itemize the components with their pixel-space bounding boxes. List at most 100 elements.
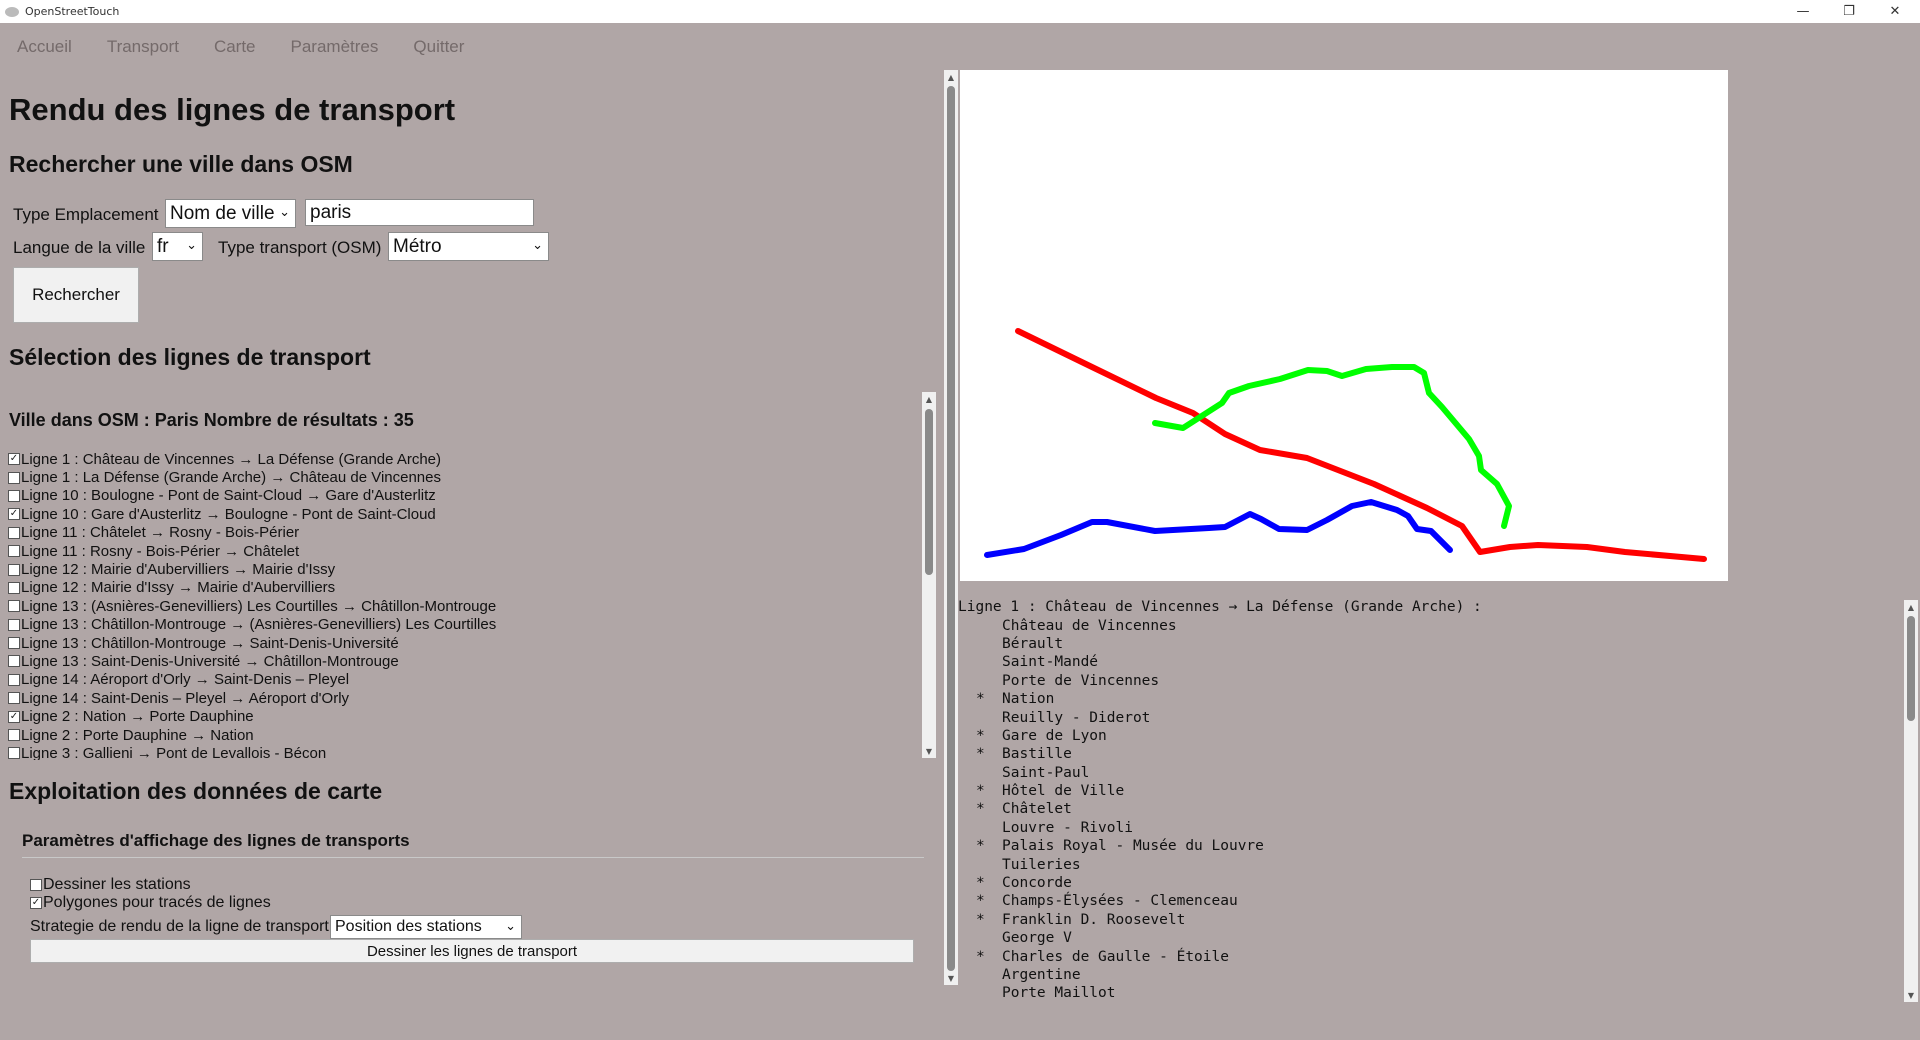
line-item[interactable]: Ligne 13 : Châtillon-Montrouge → Saint-D… [8, 634, 918, 652]
polygons-option[interactable]: Polygones pour tracés de lignes [30, 894, 271, 912]
transport-type-select[interactable]: Métro ⌄ [388, 232, 549, 261]
line-checkbox[interactable] [8, 508, 20, 521]
line-checkbox[interactable] [8, 545, 20, 558]
line-checkbox[interactable] [8, 453, 20, 466]
line-checkbox[interactable] [8, 563, 20, 576]
line-checkbox[interactable] [8, 710, 20, 723]
line-item[interactable]: Ligne 10 : Boulogne - Pont de Saint-Clou… [8, 487, 918, 505]
maximize-button[interactable]: ❐ [1826, 0, 1872, 23]
line-item[interactable]: Ligne 1 : Château de Vincennes → La Défe… [8, 450, 918, 468]
menu-item-carte[interactable]: Carte [214, 37, 256, 57]
station-marker: * [976, 746, 985, 763]
line-item[interactable]: Ligne 2 : Porte Dauphine → Nation [8, 726, 918, 744]
polygons-checkbox[interactable] [30, 897, 42, 909]
stations-header: Ligne 1 : Château de Vincennes → La Défe… [958, 599, 1482, 616]
line-checkbox[interactable] [8, 692, 20, 705]
map-scrollbar[interactable]: ▲ ▼ [944, 70, 958, 985]
line-checkbox[interactable] [8, 618, 20, 631]
location-type-select[interactable]: Nom de ville ⌄ [165, 199, 296, 228]
stations-text-panel[interactable]: Ligne 1 : Château de Vincennes → La Défe… [958, 598, 1902, 1004]
line-label: Ligne 13 : (Asnières-Genevilliers) Les C… [21, 597, 497, 615]
draw-stations-option[interactable]: Dessiner les stations [30, 876, 191, 894]
line-item[interactable]: Ligne 12 : Mairie d'Issy → Mairie d'Aube… [8, 579, 918, 597]
scroll-down-icon[interactable]: ▼ [1904, 988, 1918, 1002]
line-label: Ligne 10 : Boulogne - Pont de Saint-Clou… [21, 487, 436, 505]
line-checkbox[interactable] [8, 600, 20, 613]
menu-bar: Accueil Transport Carte Paramètres Quitt… [0, 28, 482, 66]
menu-item-transport[interactable]: Transport [107, 37, 179, 57]
station-marker [976, 820, 1002, 836]
menu-item-accueil[interactable]: Accueil [17, 37, 72, 57]
line-label: Ligne 1 : La Défense (Grande Arche) → Ch… [21, 469, 441, 487]
line-checkbox[interactable] [8, 637, 20, 650]
station-row: * Hôtel de Ville [958, 782, 1902, 800]
station-row: Tuileries [958, 855, 1902, 873]
scrollbar-thumb[interactable] [925, 409, 933, 575]
station-name: Saint-Mandé [1002, 654, 1099, 671]
station-name: Hôtel de Ville [1002, 783, 1125, 800]
city-input[interactable]: paris [305, 199, 534, 226]
line-item[interactable]: Ligne 13 : Châtillon-Montrouge → (Asnièr… [8, 616, 918, 634]
minimize-button[interactable]: — [1780, 0, 1826, 23]
transport-lines-list: Ligne 1 : Château de Vincennes → La Défe… [8, 450, 918, 760]
station-name: Saint-Paul [1002, 764, 1090, 781]
line-item[interactable]: Ligne 11 : Rosny - Bois-Périer → Châtele… [8, 542, 918, 560]
line-item[interactable]: Ligne 1 : La Défense (Grande Arche) → Ch… [8, 468, 918, 486]
station-name: Palais Royal - Musée du Louvre [1002, 838, 1264, 855]
transport-type-value: Métro [393, 235, 442, 257]
menu-item-parametres[interactable]: Paramètres [291, 37, 379, 57]
close-button[interactable]: ✕ [1872, 0, 1918, 23]
strategy-select[interactable]: Position des stations ⌄ [330, 915, 522, 939]
scroll-up-icon[interactable]: ▲ [1904, 600, 1918, 614]
station-row: * Nation [958, 690, 1902, 708]
scroll-down-icon[interactable]: ▼ [922, 744, 936, 758]
transport-type-label: Type transport (OSM) [218, 238, 382, 257]
line-item[interactable]: Ligne 13 : Saint-Denis-Université → Chât… [8, 652, 918, 670]
line-checkbox[interactable] [8, 729, 20, 742]
selection-heading: Sélection des lignes de transport [9, 344, 371, 370]
station-row: Reuilly - Diderot [958, 708, 1902, 726]
lines-list-scrollbar[interactable]: ▲ ▼ [922, 392, 936, 758]
line-item[interactable]: Ligne 14 : Saint-Denis – Pleyel → Aéropo… [8, 689, 918, 707]
station-row: Porte Maillot [958, 984, 1902, 1002]
language-select[interactable]: fr ⌄ [152, 232, 203, 261]
line-checkbox[interactable] [8, 471, 20, 484]
line-checkbox[interactable] [8, 489, 20, 502]
language-label: Langue de la ville [13, 238, 146, 257]
station-name: Reuilly - Diderot [1002, 709, 1151, 726]
station-name: Tuileries [1002, 856, 1081, 873]
line-item[interactable]: Ligne 13 : (Asnières-Genevilliers) Les C… [8, 597, 918, 615]
station-row: Porte de Vincennes [958, 672, 1902, 690]
line-item[interactable]: Ligne 3 : Gallieni → Pont de Levallois -… [8, 744, 918, 760]
menu-item-quitter[interactable]: Quitter [413, 37, 464, 57]
scroll-down-icon[interactable]: ▼ [944, 971, 958, 985]
line-checkbox[interactable] [8, 673, 20, 686]
search-button[interactable]: Rechercher [13, 267, 139, 323]
scroll-up-icon[interactable]: ▲ [922, 392, 936, 406]
stations-scrollbar[interactable]: ▲ ▼ [1904, 600, 1918, 1002]
station-marker: * [976, 727, 985, 744]
map-canvas[interactable] [960, 70, 1728, 581]
scroll-up-icon[interactable]: ▲ [944, 70, 958, 84]
line-label: Ligne 2 : Porte Dauphine → Nation [21, 726, 254, 744]
strategy-label: Strategie de rendu de la ligne de transp… [30, 918, 329, 935]
map-drawing [984, 328, 1707, 562]
line-item[interactable]: Ligne 10 : Gare d'Austerlitz → Boulogne … [8, 505, 918, 523]
line-checkbox[interactable] [8, 581, 20, 594]
metro-line-2-path [1152, 364, 1512, 529]
draw-lines-button[interactable]: Dessiner les lignes de transport [30, 939, 914, 963]
draw-stations-checkbox[interactable] [30, 879, 42, 891]
station-name: Châtelet [1002, 801, 1072, 818]
line-item[interactable]: Ligne 2 : Nation → Porte Dauphine [8, 707, 918, 725]
line-checkbox[interactable] [8, 747, 20, 760]
line-checkbox[interactable] [8, 655, 20, 668]
scrollbar-thumb[interactable] [947, 86, 955, 971]
line-label: Ligne 1 : Château de Vincennes → La Défe… [21, 450, 441, 468]
line-item[interactable]: Ligne 11 : Châtelet → Rosny - Bois-Périe… [8, 524, 918, 542]
station-name: Franklin D. Roosevelt [1002, 911, 1186, 928]
results-summary: Ville dans OSM : Paris Nombre de résulta… [9, 410, 414, 430]
line-item[interactable]: Ligne 12 : Mairie d'Aubervilliers → Mair… [8, 560, 918, 578]
line-item[interactable]: Ligne 14 : Aéroport d'Orly → Saint-Denis… [8, 671, 918, 689]
scrollbar-thumb[interactable] [1907, 616, 1915, 721]
line-checkbox[interactable] [8, 526, 20, 539]
